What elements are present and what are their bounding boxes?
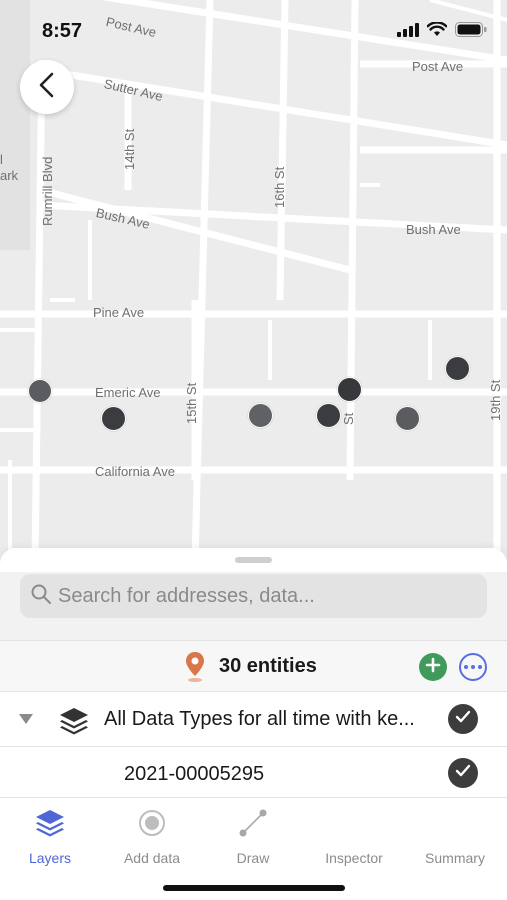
more-dot-icon [478,665,482,669]
street-label-pine-ave: Pine Ave [93,305,145,320]
entities-header: 30 entities [0,640,507,692]
street-label-15th-st: 15th St [184,382,199,424]
map-marker[interactable] [316,403,341,428]
back-button[interactable] [20,60,74,114]
map-label-partial: l [0,152,3,167]
street-label-emeric-ave: Emeric Ave [95,385,161,400]
tab-label: Layers [28,850,72,866]
plus-icon [425,657,441,678]
item-visibility-toggle[interactable] [448,758,478,788]
entities-count: 30 entities [219,655,317,677]
draw-icon [236,806,270,840]
street-label-14th-st: 14th St [122,128,137,170]
tab-bar: Layers Add data Draw Inspector Summary [0,797,507,900]
street-label-16th-st: 16th St [272,166,287,208]
search-box[interactable] [20,574,487,618]
tab-label: Draw [236,850,270,866]
more-dot-icon [464,665,468,669]
add-button[interactable] [419,653,447,681]
map-marker[interactable] [445,356,470,381]
checkmark-icon [455,764,471,783]
add-data-icon [137,806,167,840]
map-marker[interactable] [337,377,362,402]
map-label-partial: ark [0,168,19,183]
layer-visibility-toggle[interactable] [448,704,478,734]
tab-label: Add data [123,850,181,866]
cellular-signal-icon [397,22,419,42]
home-indicator [163,885,345,891]
map-marker[interactable] [395,406,420,431]
street-label-17th-st-partial: St [341,412,356,425]
tab-label: Inspector [325,850,383,866]
layer-group-row[interactable]: All Data Types for all time with ke... [0,692,507,747]
map-view[interactable]: Post Ave Post Ave Sutter Ave Bush Ave Bu… [0,0,507,560]
tab-label: Summary [425,850,485,866]
battery-icon [455,22,487,42]
map-marker[interactable] [28,379,52,403]
layer-item-label: 2021-00005295 [124,763,265,785]
street-label-rumrill-blvd: Rumrill Blvd [40,156,55,226]
sheet-grabber[interactable] [235,557,272,563]
tab-inspector[interactable]: Inspector [304,806,404,866]
map-roads [0,0,507,560]
wifi-icon [426,21,448,42]
layer-group-label: All Data Types for all time with ke... [104,708,415,730]
map-marker[interactable] [248,403,273,428]
checkmark-icon [455,710,471,729]
street-label-bush-ave-right: Bush Ave [406,222,461,237]
street-label-19th-st: 19th St [488,379,503,421]
search-section [0,572,507,640]
layer-item-row[interactable]: 2021-00005295 [0,747,507,799]
search-input[interactable] [58,584,478,608]
status-bar: 8:57 [0,0,507,60]
chevron-left-icon [38,72,56,103]
more-dot-icon [471,665,475,669]
location-pin-icon [184,651,206,688]
search-icon [30,583,52,610]
app-screen: Post Ave Post Ave Sutter Ave Bush Ave Bu… [0,0,507,900]
layers-icon [34,806,66,840]
more-options-button[interactable] [459,653,487,681]
triangle-down-icon[interactable] [18,712,34,730]
layers-icon [58,706,90,741]
status-icons [397,21,487,42]
tab-layers[interactable]: Layers [0,806,100,866]
tab-summary[interactable]: Summary [405,806,505,866]
street-label-post-ave-right: Post Ave [412,59,464,74]
tab-draw[interactable]: Draw [203,806,303,866]
map-marker[interactable] [101,406,126,431]
tab-add-data[interactable]: Add data [102,806,202,866]
status-time: 8:57 [42,20,83,42]
street-label-california-ave: California Ave [95,464,175,479]
